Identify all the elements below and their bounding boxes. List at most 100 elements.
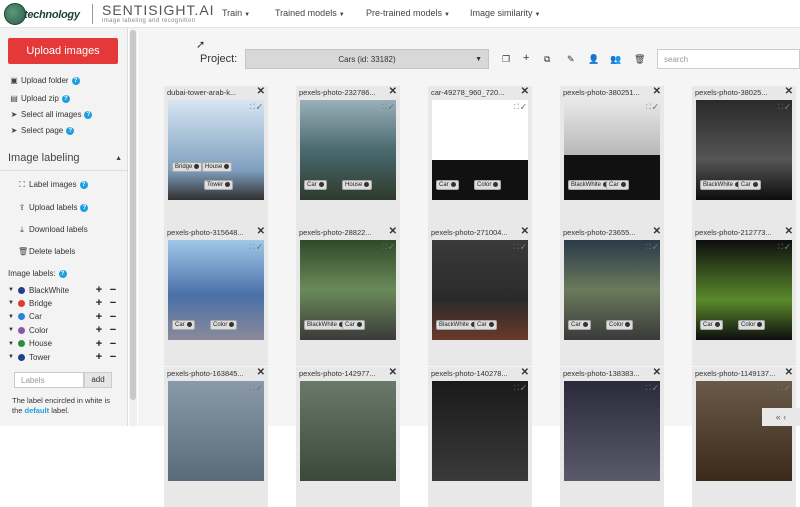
plus-icon[interactable]: + [92,311,106,323]
close-icon[interactable]: ✕ [785,367,793,378]
labels-input[interactable]: Labels [14,372,84,388]
close-icon[interactable]: ✕ [785,86,793,97]
image-label-tag[interactable]: Car [606,180,629,191]
image-thumbnail[interactable] [696,381,792,481]
caret-down-icon[interactable]: ▼ [8,314,18,320]
select-check-icon[interactable]: ⛶ ✓ [382,244,394,252]
remove-tag-icon[interactable] [364,182,370,187]
image-card[interactable]: pexels-photo-140278... ✕ ⛶ ✓ [428,367,532,507]
close-icon[interactable]: ✕ [389,226,397,237]
select-check-icon[interactable]: ⛶ ✓ [382,385,394,393]
image-card[interactable]: pexels-photo-232786... ✕ ⛶ ✓ Car House [296,86,400,226]
help-icon[interactable]: ? [84,110,93,119]
close-icon[interactable]: ✕ [389,86,397,97]
image-label-tag[interactable]: BlackWhite [568,180,612,191]
image-card[interactable]: pexels-photo-38025... ✕ ⛶ ✓ BlackWhite Car [692,86,796,226]
image-label-tag[interactable]: Car [436,180,459,191]
select-check-icon[interactable]: ⛶ ✓ [646,244,658,252]
image-label-tag[interactable]: Color [606,320,634,331]
remove-tag-icon[interactable] [224,164,230,169]
remove-tag-icon[interactable] [318,182,324,187]
label-images-link[interactable]: ⛶ Label images ? [18,180,88,189]
plus-icon[interactable]: + [92,351,106,363]
help-icon[interactable]: ? [61,94,70,103]
close-icon[interactable]: ✕ [521,86,529,97]
page-nav-previous[interactable]: « ‹ [762,408,800,426]
image-label-tag[interactable]: House [342,180,373,191]
remove-tag-icon[interactable] [488,322,494,327]
image-label-tag[interactable]: House [202,162,233,173]
image-label-tag[interactable]: Car [172,320,195,331]
label-color-swatch[interactable] [18,313,25,321]
help-icon[interactable]: ? [79,180,88,189]
users-icon[interactable]: 👥 [610,54,621,65]
help-icon[interactable]: ? [71,76,80,85]
remove-tag-icon[interactable] [620,182,626,187]
image-thumbnail[interactable] [168,381,264,481]
minus-icon[interactable]: − [106,338,120,350]
add-user-icon[interactable]: 👤 [588,54,599,65]
select-check-icon[interactable]: ⛶ ✓ [514,385,526,393]
caret-down-icon[interactable]: ▼ [8,287,18,293]
search-input[interactable]: search [657,49,800,69]
image-thumbnail[interactable] [300,381,396,481]
duplicate-icon[interactable]: ⧉ [544,54,550,65]
minus-icon[interactable]: − [106,324,120,336]
image-label-tag[interactable]: Tower [204,180,234,191]
label-color-swatch[interactable] [18,326,25,334]
remove-tag-icon[interactable] [757,322,763,327]
add-label-button[interactable]: add [84,372,112,388]
remove-tag-icon[interactable] [356,322,362,327]
image-thumbnail[interactable] [432,381,528,481]
image-label-tag[interactable]: Color [738,320,766,331]
image-card[interactable]: car-49278_960_720... ✕ ⛶ ✓ Car Color [428,86,532,226]
select-check-icon[interactable]: ⛶ ✓ [646,385,658,393]
plus-icon[interactable]: + [92,284,106,296]
close-icon[interactable]: ✕ [257,86,265,97]
image-label-tag[interactable]: BlackWhite [436,320,480,331]
close-icon[interactable]: ✕ [389,367,397,378]
plus-icon[interactable]: + [523,52,529,64]
label-row-blackwhite[interactable]: ▼ BlackWhite + − [8,284,120,296]
trash-icon[interactable]: 🗑 [634,54,645,65]
close-icon[interactable]: ✕ [653,86,661,97]
image-card[interactable]: pexels-photo-138383... ✕ ⛶ ✓ [560,367,664,507]
select-check-icon[interactable]: ⛶ ✓ [514,104,526,112]
select-check-icon[interactable]: ⛶ ✓ [778,244,790,252]
default-label-link[interactable]: default [25,406,50,415]
remove-tag-icon[interactable] [225,182,231,187]
brand-name[interactable]: SENTISIGHT.AI [102,2,215,18]
select-check-icon[interactable]: ⛶ ✓ [778,104,790,112]
remove-tag-icon[interactable] [450,182,456,187]
image-card[interactable]: pexels-photo-315648... ✕ ⛶ ✓ Car Color [164,226,268,366]
image-card[interactable]: pexels-photo-212773... ✕ ⛶ ✓ Car Color [692,226,796,366]
plus-icon[interactable]: + [92,297,106,309]
label-row-color[interactable]: ▼ Color + − [8,324,120,336]
image-label-tag[interactable]: Car [568,320,591,331]
upload-labels-link[interactable]: ⇪ Upload labels ? [18,203,89,212]
close-icon[interactable]: ✕ [521,226,529,237]
image-card[interactable]: pexels-photo-142977... ✕ ⛶ ✓ [296,367,400,507]
copy-icon[interactable]: ❐ [502,54,510,65]
label-color-swatch[interactable] [18,299,25,307]
project-select[interactable]: Cars (id: 33182) ▼ [245,49,489,69]
image-thumbnail[interactable] [564,381,660,481]
pencil-icon[interactable]: ✎ [567,54,575,65]
image-label-tag[interactable]: Bridge [172,162,203,173]
image-label-tag[interactable]: BlackWhite [304,320,348,331]
label-row-house[interactable]: ▼ House + − [8,338,120,350]
image-card[interactable]: pexels-photo-28822... ✕ ⛶ ✓ BlackWhite Car [296,226,400,366]
minus-icon[interactable]: − [106,297,120,309]
remove-tag-icon[interactable] [714,322,720,327]
close-icon[interactable]: ✕ [521,367,529,378]
label-color-swatch[interactable] [18,353,25,361]
remove-tag-icon[interactable] [752,182,758,187]
nav-train[interactable]: Train ▼ [222,8,250,18]
select-check-icon[interactable]: ⛶ ✓ [250,244,262,252]
label-row-tower[interactable]: ▼ Tower + − [8,351,120,363]
upload-zip-link[interactable]: ▤ Upload zip ? [10,94,70,103]
sidebar-scrollbar-thumb[interactable] [130,30,136,400]
select-check-icon[interactable]: ⛶ ✓ [646,104,658,112]
download-labels-link[interactable]: ⤓ Download labels [18,225,87,234]
label-row-bridge[interactable]: ▼ Bridge + − [8,297,120,309]
